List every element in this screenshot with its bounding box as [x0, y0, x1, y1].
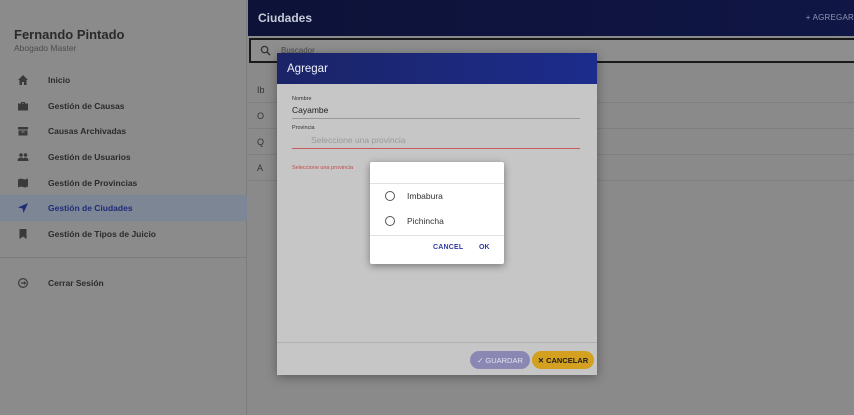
- provincia-field[interactable]: Provincia Seleccione una provincia: [292, 125, 580, 149]
- provincia-select-popover: Imbabura Pichincha CANCEL OK: [370, 162, 504, 264]
- add-button[interactable]: + AGREGAR: [806, 13, 854, 22]
- option-imbabura[interactable]: Imbabura: [370, 184, 504, 208]
- sidebar-item-label: Gestión de Provincias: [48, 178, 138, 188]
- select-cancel-button[interactable]: CANCEL: [433, 244, 463, 251]
- close-icon: ✕: [537, 355, 545, 365]
- popover-header: [370, 162, 504, 184]
- search-icon: [260, 45, 271, 56]
- sidebar-item-causas-archivadas[interactable]: Causas Archivadas: [0, 118, 247, 144]
- check-icon: ✓: [477, 355, 484, 365]
- list-item-label: Q: [257, 137, 265, 147]
- user-name: Fernando Pintado: [14, 27, 125, 42]
- option-label: Imbabura: [407, 191, 443, 201]
- sidebar-item-gestion-provincias[interactable]: Gestión de Provincias: [0, 170, 247, 196]
- sidebar-item-label: Gestión de Tipos de Juicio: [48, 229, 157, 239]
- provincia-underline: [292, 148, 580, 149]
- bookmark-icon: [16, 227, 30, 241]
- radio-icon[interactable]: [385, 191, 395, 201]
- sidebar-item-gestion-ciudades[interactable]: Gestión de Ciudades: [0, 195, 247, 221]
- list-item-label: A: [257, 163, 264, 173]
- popover-divider: [370, 235, 504, 236]
- sidebar-item-gestion-causas[interactable]: Gestión de Causas: [0, 93, 247, 119]
- dialog-footer: ✓ GUARDAR ✕ CANCELAR: [277, 342, 597, 375]
- list-item-label: Ib: [257, 85, 265, 95]
- map-icon: [16, 176, 30, 190]
- cancel-button-label: CANCELAR: [546, 355, 589, 365]
- sidebar-item-inicio[interactable]: Inicio: [0, 67, 247, 93]
- sidebar-divider: [0, 257, 247, 258]
- nombre-input[interactable]: Cayambe: [292, 105, 580, 115]
- logout-icon: [16, 276, 30, 290]
- archive-icon: [16, 124, 30, 138]
- sidebar-item-label: Inicio: [48, 75, 71, 85]
- user-role: Abogado Master: [14, 43, 77, 53]
- sidebar-item-label: Gestión de Causas: [48, 101, 125, 111]
- sidebar-item-gestion-usuarios[interactable]: Gestión de Usuarios: [0, 144, 247, 170]
- nombre-label: Nombre: [292, 96, 312, 102]
- provincia-label: Provincia: [292, 125, 315, 131]
- save-button[interactable]: ✓ GUARDAR: [470, 351, 530, 369]
- top-bar: Ciudades + AGREGAR: [248, 0, 854, 36]
- sidebar-item-label: Gestión de Usuarios: [48, 152, 131, 162]
- provincia-error: Seleccione una provincia: [292, 165, 354, 171]
- sidebar: Fernando Pintado Abogado Master Inicio G…: [0, 0, 247, 415]
- users-icon: [16, 150, 30, 164]
- save-button-label: GUARDAR: [485, 355, 523, 365]
- page-title: Ciudades: [258, 11, 313, 25]
- cancel-button[interactable]: ✕ CANCELAR: [532, 351, 594, 369]
- sidebar-item-cerrar-sesion[interactable]: Cerrar Sesión: [0, 270, 247, 296]
- dialog-header: Agregar: [277, 53, 597, 84]
- briefcase-icon: [16, 99, 30, 113]
- sidebar-item-label: Gestión de Ciudades: [48, 203, 133, 213]
- sidebar-item-label: Causas Archivadas: [48, 126, 127, 136]
- dialog-title: Agregar: [287, 63, 328, 75]
- sidebar-item-gestion-tipos-juicio[interactable]: Gestión de Tipos de Juicio: [0, 221, 247, 247]
- location-arrow-icon: [16, 201, 30, 215]
- sidebar-item-label: Cerrar Sesión: [48, 278, 104, 288]
- option-label: Pichincha: [407, 216, 444, 226]
- option-pichincha[interactable]: Pichincha: [370, 209, 504, 233]
- radio-icon[interactable]: [385, 216, 395, 226]
- provincia-select[interactable]: Seleccione una provincia: [292, 135, 580, 145]
- list-item-label: O: [257, 111, 265, 121]
- nombre-field[interactable]: Nombre Cayambe: [292, 96, 580, 119]
- nombre-underline: [292, 118, 580, 119]
- select-ok-button[interactable]: OK: [479, 244, 490, 251]
- home-icon: [16, 73, 30, 87]
